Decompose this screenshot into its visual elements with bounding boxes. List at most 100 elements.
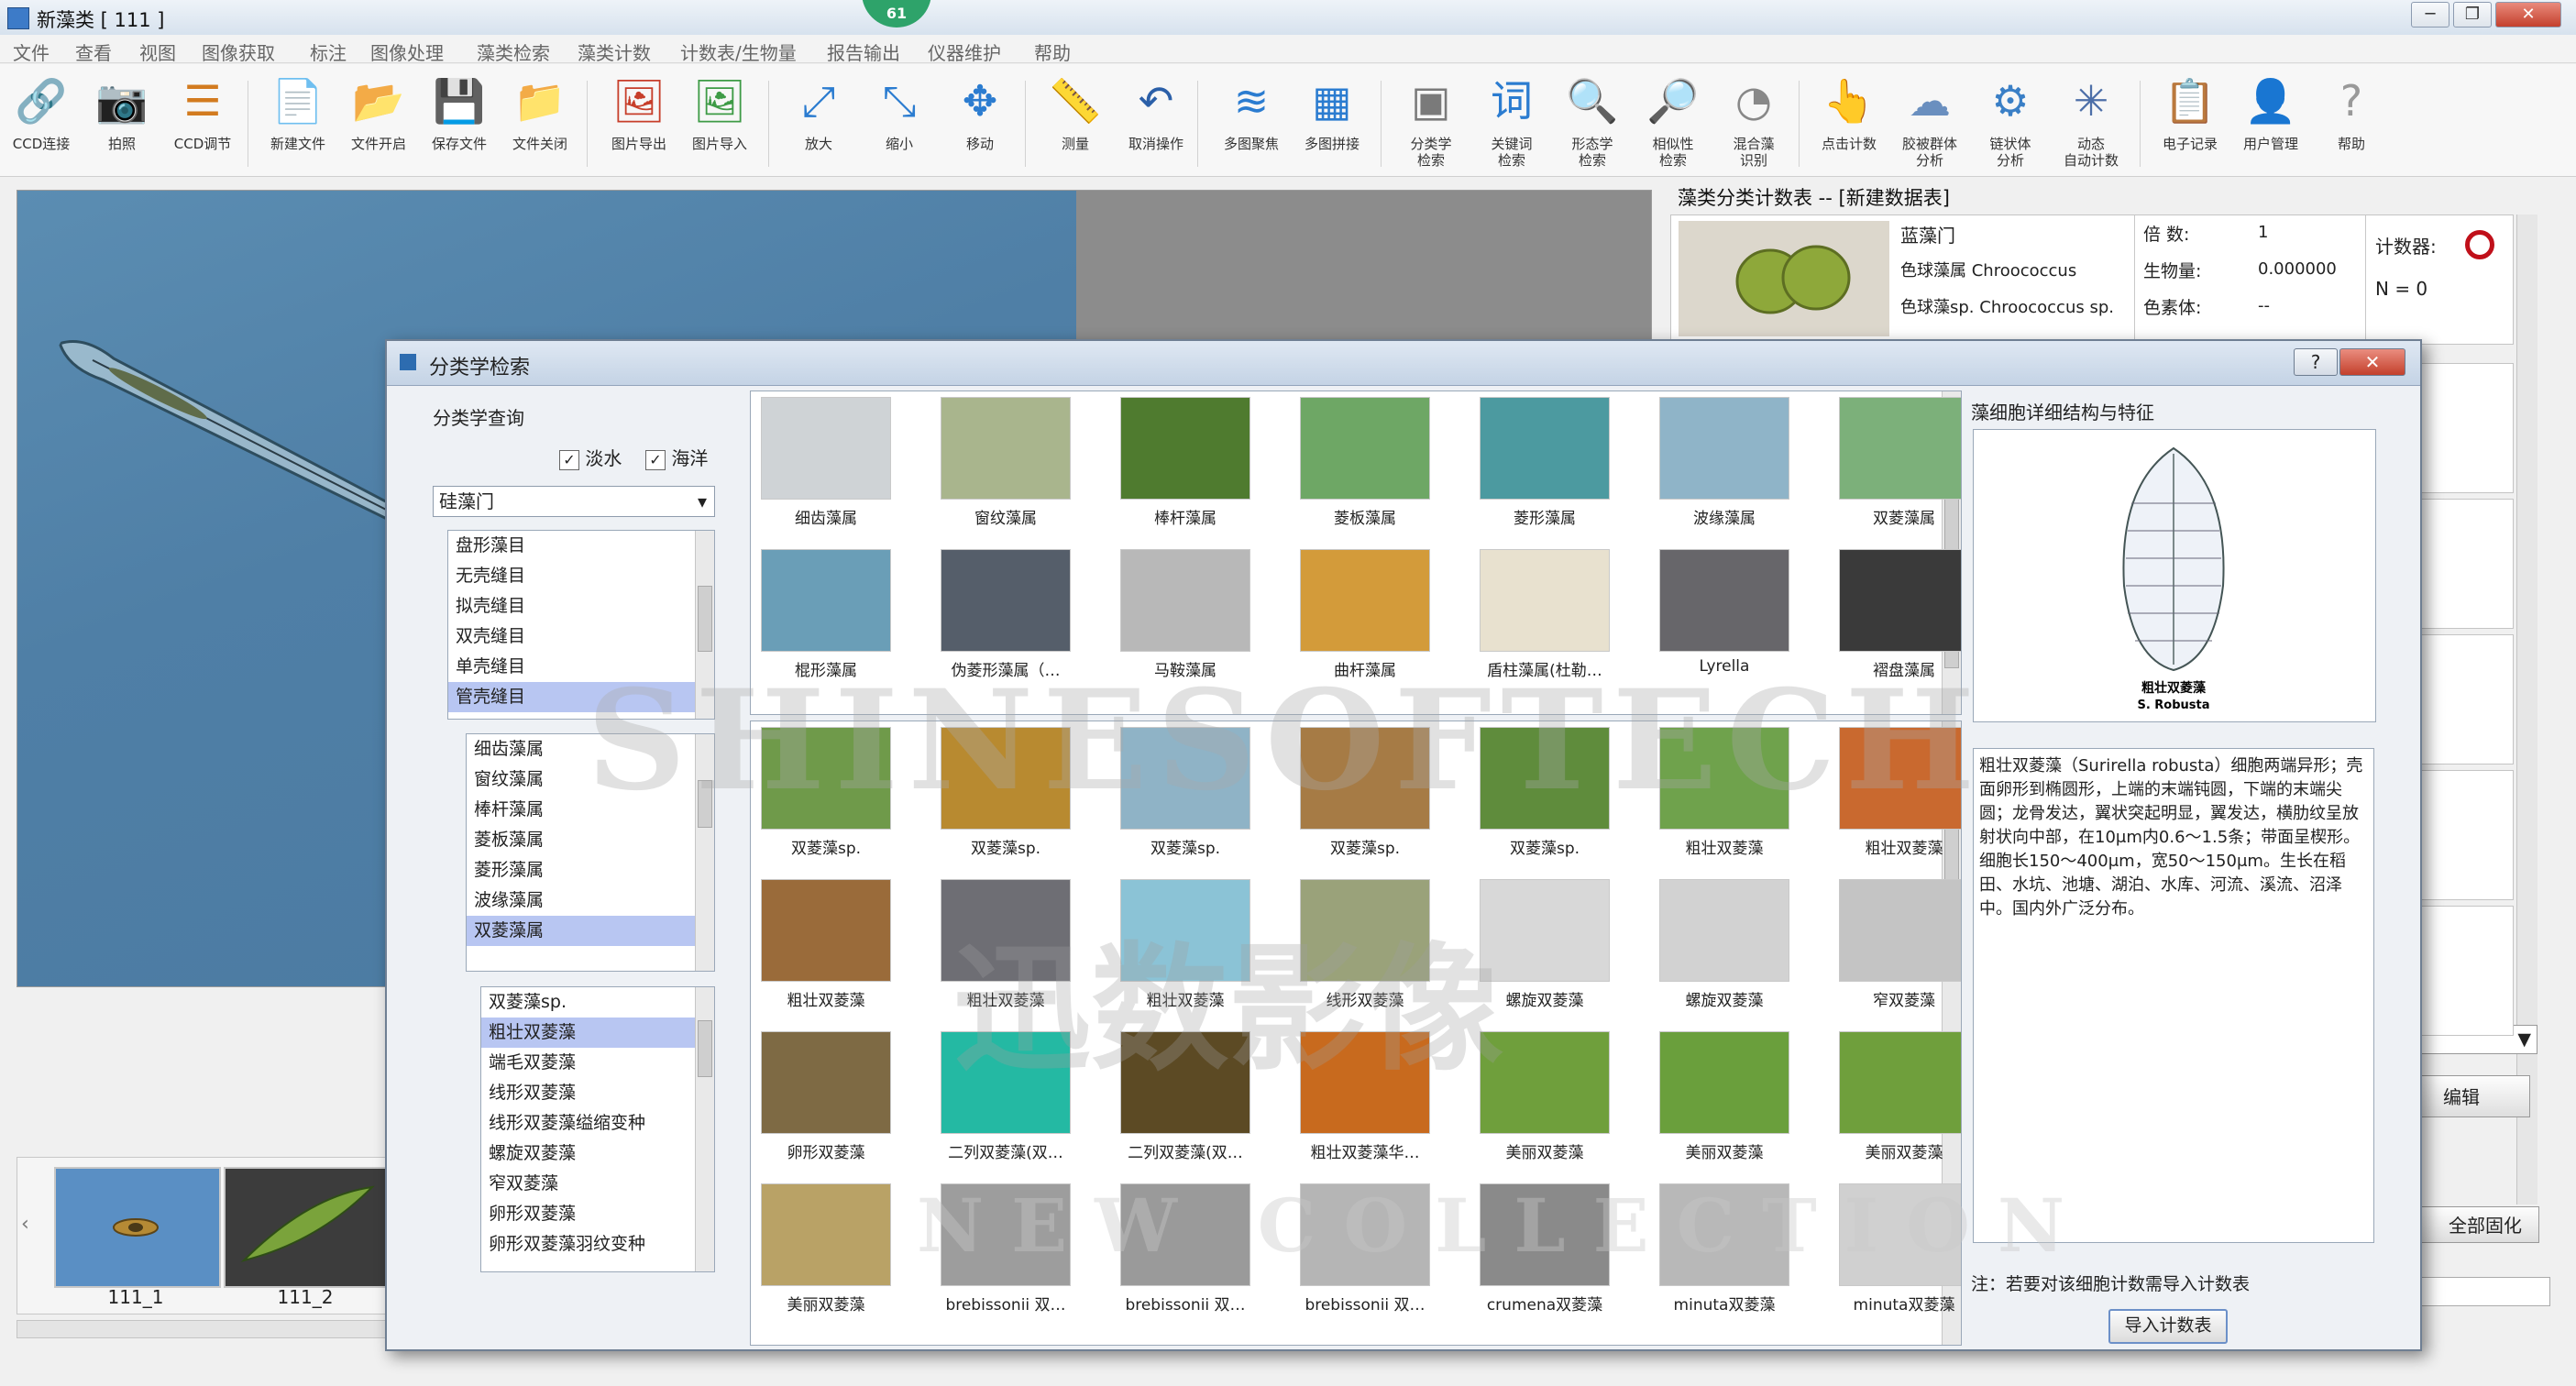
order-list-item[interactable]: 拟壳缝目 xyxy=(448,591,714,622)
gallery-item[interactable]: 美丽双菱藻 xyxy=(1657,1031,1792,1162)
menu-item[interactable]: 标注 xyxy=(310,38,347,65)
genus-gallery[interactable]: 细齿藻属 窗纹藻属 棒杆藻属 菱板藻属 菱形藻属 波缘藻属 双菱藻属 棍形藻属 伪菱形藻属（… 马… xyxy=(750,390,1962,715)
marine-checkbox[interactable]: ✓ 海洋 xyxy=(645,444,708,470)
edit-button[interactable]: 编辑 xyxy=(2420,1075,2530,1117)
gallery-item[interactable]: minuta双菱藻 xyxy=(1657,1183,1792,1314)
gallery-item[interactable]: 曲杆藻属 xyxy=(1297,549,1433,680)
species-list-item[interactable]: 双菱藻sp. xyxy=(481,987,714,1018)
species-list-item[interactable]: 端毛双菱藻 xyxy=(481,1048,714,1078)
gallery-item[interactable]: 棒杆藻属 xyxy=(1117,397,1253,528)
gallery-item[interactable]: 粗壮双菱藻 xyxy=(1657,727,1792,858)
pie-button[interactable]: ◔ 混合藻 识别 xyxy=(1712,73,1795,174)
gallery-item[interactable]: 窄双菱藻 xyxy=(1836,879,1961,1010)
folder-close-button[interactable]: 📁 文件关闭 xyxy=(499,73,581,174)
genus-list-item[interactable]: 双菱藻属 xyxy=(467,916,714,946)
species-gallery[interactable]: 双菱藻sp. 双菱藻sp. 双菱藻sp. 双菱藻sp. 双菱藻sp. 粗壮双菱藻 粗壮双菱藻… xyxy=(750,720,1962,1346)
user-button[interactable]: 👤 用户管理 xyxy=(2229,73,2312,174)
menu-item[interactable]: 计数表/生物量 xyxy=(680,38,797,65)
zoom-out-button[interactable]: ⤡ 缩小 xyxy=(858,73,941,174)
species-list-item[interactable]: 卵形双菱藻 xyxy=(481,1199,714,1229)
phylum-select[interactable]: 硅藻门 ▾ xyxy=(433,486,715,517)
minimize-button[interactable]: ─ xyxy=(2411,2,2449,28)
gallery-item[interactable]: 细齿藻属 xyxy=(758,397,894,528)
count-table-scrollbar[interactable] xyxy=(2516,214,2537,1204)
colony-button[interactable]: ☁ 胶被群体 分析 xyxy=(1888,73,1971,174)
gallery-item[interactable]: 菱形藻属 xyxy=(1477,397,1613,528)
gallery-item[interactable]: 盾柱藻属(杜勒… xyxy=(1477,549,1613,680)
gallery-item[interactable]: 双菱藻sp. xyxy=(1297,727,1433,858)
menu-item[interactable]: 报告输出 xyxy=(827,38,900,65)
camera-button[interactable]: 📷 拍照 xyxy=(81,73,163,174)
similar-search-button[interactable]: 🔎 相似性 检索 xyxy=(1632,73,1714,174)
help-button[interactable]: ? 帮助 xyxy=(2310,73,2393,174)
gallery-item[interactable]: 粗壮双菱藻 xyxy=(758,879,894,1010)
gallery-item[interactable]: 粗壮双菱藻 xyxy=(1836,727,1961,858)
menu-item[interactable]: 仪器维护 xyxy=(928,38,1001,65)
layers-button[interactable]: ≋ 多图聚焦 xyxy=(1210,73,1293,174)
save-button[interactable]: 💾 保存文件 xyxy=(418,73,501,174)
menu-item[interactable]: 图像获取 xyxy=(202,38,275,65)
zoom-in-button[interactable]: ⤢ 放大 xyxy=(777,73,860,174)
count-card[interactable]: 蓝藻门 色球藻属 Chroococcus 色球藻sp. Chroococcus … xyxy=(1670,214,2514,345)
gallery-item[interactable]: 波缘藻属 xyxy=(1657,397,1792,528)
gallery-item[interactable]: 卵形双菱藻 xyxy=(758,1031,894,1162)
dialog-close-button[interactable]: ✕ xyxy=(2339,348,2405,376)
menu-item[interactable]: 文件 xyxy=(13,38,50,65)
gallery-item[interactable]: brebissonii 双… xyxy=(1117,1183,1253,1314)
thumbnail-1[interactable] xyxy=(54,1167,221,1288)
stitch-button[interactable]: ▦ 多图拼接 xyxy=(1291,73,1373,174)
menu-item[interactable]: 查看 xyxy=(75,38,112,65)
gallery-item[interactable]: 线形双菱藻 xyxy=(1297,879,1433,1010)
gallery-item[interactable]: 褶盘藻属 xyxy=(1836,549,1961,680)
panel-field[interactable] xyxy=(2420,1277,2550,1306)
genus-list-item[interactable]: 细齿藻属 xyxy=(467,734,714,764)
chevron-left-icon[interactable]: ‹ xyxy=(21,1213,29,1236)
gallery-item[interactable]: 粗壮双菱藻 xyxy=(938,879,1073,1010)
gallery-item[interactable]: 粗壮双菱藻华… xyxy=(1297,1031,1433,1162)
counter-ring-icon[interactable] xyxy=(2465,230,2494,259)
gallery-item[interactable]: 双菱藻sp. xyxy=(938,727,1073,858)
menu-item[interactable]: 藻类检索 xyxy=(477,38,550,65)
click-count-button[interactable]: 👆 点击计数 xyxy=(1808,73,1890,174)
gallery-item[interactable]: brebissonii 双… xyxy=(938,1183,1073,1314)
order-list-item[interactable]: 管壳缝目 xyxy=(448,682,714,712)
genus-list[interactable]: 细齿藻属 窗纹藻属 棒杆藻属 菱板藻属 菱形藻属 波缘藻属 双菱藻属 xyxy=(466,733,715,972)
gallery-item[interactable]: 双菱藻属 xyxy=(1836,397,1961,528)
order-list-item[interactable]: 无壳缝目 xyxy=(448,561,714,591)
move-button[interactable]: ✥ 移动 xyxy=(939,73,1021,174)
image-import-button[interactable]: 🖼 图片导入 xyxy=(678,73,761,174)
new-file-button[interactable]: 📄 新建文件 xyxy=(257,73,339,174)
grid-button[interactable]: ▣ 分类学 检索 xyxy=(1390,73,1472,174)
gallery-item[interactable]: 美丽双菱藻 xyxy=(758,1183,894,1314)
image-export-button[interactable]: 🖼 图片导出 xyxy=(598,73,680,174)
gallery-item[interactable]: 双菱藻sp. xyxy=(758,727,894,858)
folder-open-button[interactable]: 📂 文件开启 xyxy=(337,73,420,174)
genus-list-item[interactable]: 棒杆藻属 xyxy=(467,795,714,825)
gallery-item[interactable]: 双菱藻sp. xyxy=(1477,727,1613,858)
gallery-item[interactable]: minuta双菱藻 xyxy=(1836,1183,1961,1314)
freshwater-checkbox[interactable]: ✓ 淡水 xyxy=(559,444,622,470)
keyword-button[interactable]: 词关键词 检索 xyxy=(1470,73,1553,174)
morph-search-button[interactable]: 🔍 形态学 检索 xyxy=(1551,73,1634,174)
species-list-item[interactable]: 窄双菱藻 xyxy=(481,1169,714,1199)
species-list-item[interactable]: 卵形双菱藻羽纹变种 xyxy=(481,1229,714,1260)
genus-list-item[interactable]: 菱板藻属 xyxy=(467,825,714,855)
gallery-item[interactable]: Lyrella xyxy=(1657,549,1792,676)
species-list-item[interactable]: 线形双菱藻缢缩变种 xyxy=(481,1108,714,1138)
dialog-help-button[interactable]: ? xyxy=(2294,348,2338,376)
ruler-button[interactable]: 📏 测量 xyxy=(1034,73,1117,174)
network-button[interactable]: ✳ 动态 自动计数 xyxy=(2050,73,2132,174)
chain-button[interactable]: ⚙ 链状体 分析 xyxy=(1969,73,2052,174)
order-list-item[interactable]: 盘形藻目 xyxy=(448,531,714,561)
menu-item[interactable]: 视图 xyxy=(139,38,176,65)
gallery-item[interactable]: 二列双菱藻(双… xyxy=(938,1031,1073,1162)
gallery-item[interactable]: 菱板藻属 xyxy=(1297,397,1433,528)
import-count-table-button[interactable]: 导入计数表 xyxy=(2108,1309,2228,1344)
gallery-item[interactable]: 美丽双菱藻 xyxy=(1477,1031,1613,1162)
menu-item[interactable]: 藻类计数 xyxy=(578,38,651,65)
species-list[interactable]: 双菱藻sp. 粗壮双菱藻 端毛双菱藻 线形双菱藻 线形双菱藻缢缩变种 螺旋双菱藻 窄双菱藻卵… xyxy=(480,986,715,1272)
freeze-all-button[interactable]: 全部固化 xyxy=(2420,1206,2539,1243)
genus-list-item[interactable]: 波缘藻属 xyxy=(467,886,714,916)
link-button[interactable]: 🔗 CCD连接 xyxy=(0,73,83,174)
gallery-item[interactable]: 螺旋双菱藻 xyxy=(1657,879,1792,1010)
